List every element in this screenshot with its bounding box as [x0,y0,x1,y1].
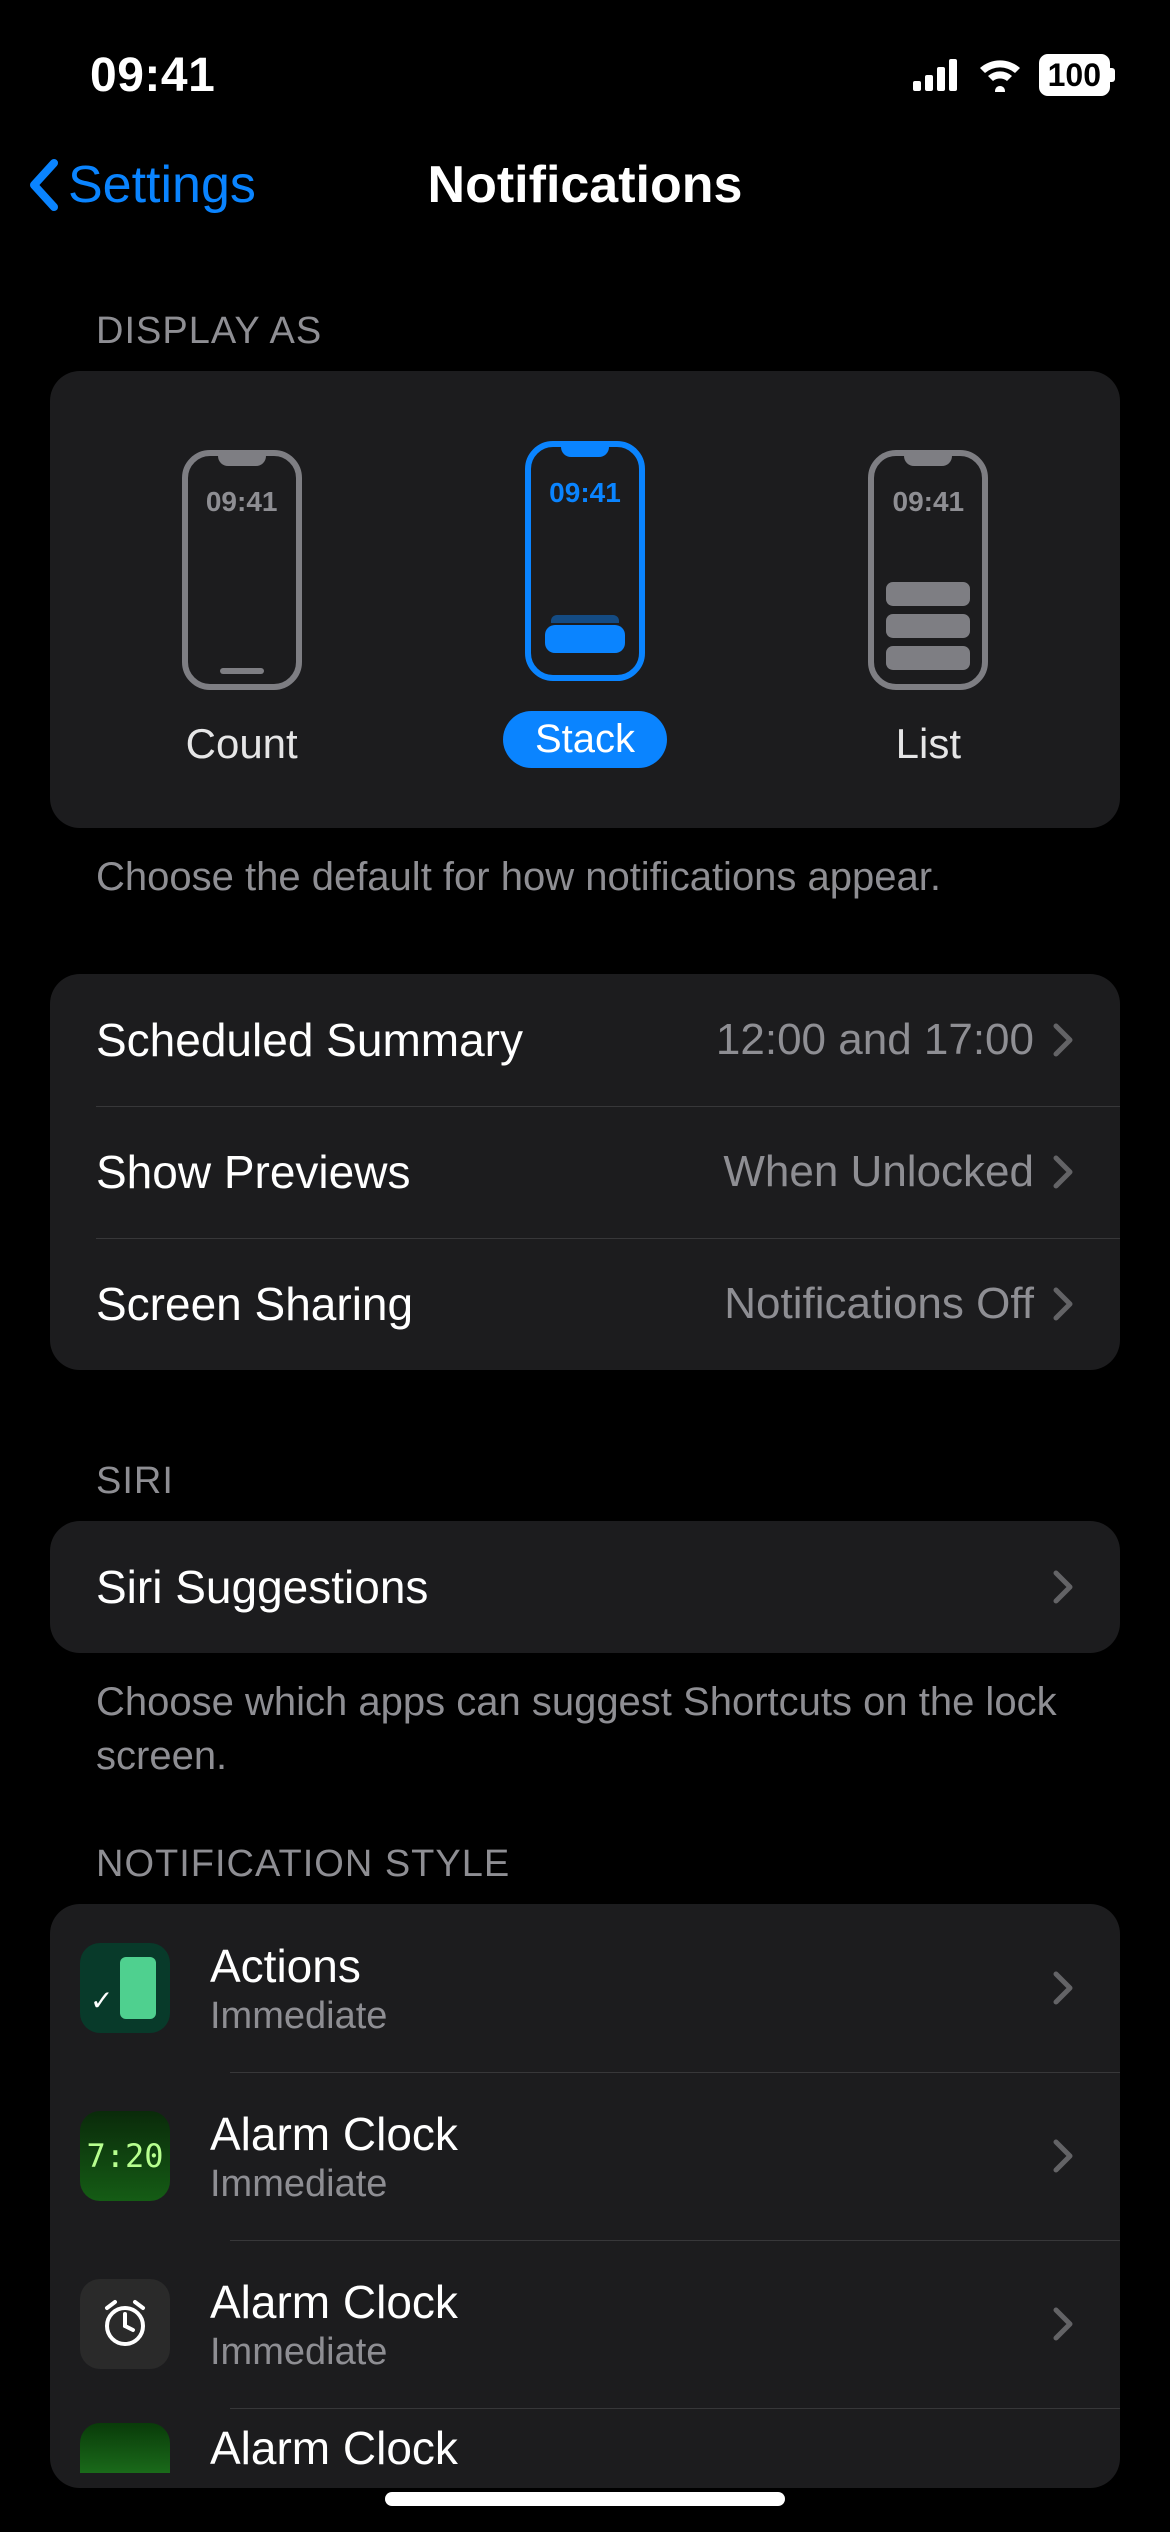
section-footer-display-as: Choose the default for how notifications… [50,828,1120,904]
cellular-icon [913,59,961,91]
row-scheduled-summary[interactable]: Scheduled Summary 12:00 and 17:00 [50,974,1120,1106]
back-label: Settings [68,155,256,215]
home-indicator[interactable] [385,2492,785,2506]
battery-indicator: 100 [1039,54,1110,96]
app-icon-alarm-clock: 7:20 [80,2111,170,2201]
display-option-count[interactable]: 09:41 Count [72,450,412,768]
chevron-right-icon [1052,1569,1074,1605]
app-row-alarm-clock-3[interactable]: Alarm Clock [50,2408,1120,2488]
back-button[interactable]: Settings [0,155,256,215]
display-option-label: List [896,720,961,768]
siri-group: Siri Suggestions [50,1521,1120,1653]
status-bar: 09:41 100 [0,0,1170,120]
chevron-right-icon [1052,2138,1074,2174]
app-name: Actions [210,1939,387,1993]
row-value: When Unlocked [723,1147,1034,1197]
display-option-stack[interactable]: 09:41 Stack [415,441,755,768]
status-indicators: 100 [913,54,1110,96]
display-option-label: Count [186,720,298,768]
chevron-right-icon [1052,1022,1074,1058]
section-header-display-as: Display As [50,250,1120,371]
chevron-right-icon [1052,1154,1074,1190]
app-name: Alarm Clock [210,2275,458,2329]
wifi-icon [977,58,1023,92]
row-label: Screen Sharing [96,1277,413,1331]
notification-style-group: Actions Immediate 7:20 Alarm Clock Immed… [50,1904,1120,2488]
app-subtitle: Immediate [210,2331,458,2374]
page-title: Notifications [428,155,743,215]
section-header-notification-style: Notification Style [50,1783,1120,1904]
row-label: Siri Suggestions [96,1560,428,1614]
row-siri-suggestions[interactable]: Siri Suggestions [50,1521,1120,1653]
display-as-group: 09:41 Count 09:41 Stack 09:41 [50,371,1120,828]
row-value: 12:00 and 17:00 [716,1015,1034,1065]
app-row-actions[interactable]: Actions Immediate [50,1904,1120,2072]
phone-icon-count: 09:41 [182,450,302,690]
row-label: Show Previews [96,1145,410,1199]
status-time: 09:41 [90,48,215,103]
app-icon-alarm-clock [80,2279,170,2369]
app-icon-actions [80,1943,170,2033]
chevron-right-icon [1052,1286,1074,1322]
chevron-right-icon [1052,2306,1074,2342]
app-row-alarm-clock-1[interactable]: 7:20 Alarm Clock Immediate [50,2072,1120,2240]
chevron-left-icon [26,159,62,211]
app-subtitle: Immediate [210,2163,458,2206]
phone-icon-stack: 09:41 [525,441,645,681]
app-name: Alarm Clock [210,2421,458,2475]
chevron-right-icon [1052,1970,1074,2006]
navigation-bar: Settings Notifications [0,120,1170,250]
row-value: Notifications Off [724,1279,1034,1329]
display-option-label-selected: Stack [503,711,667,768]
row-screen-sharing[interactable]: Screen Sharing Notifications Off [50,1238,1120,1370]
app-name: Alarm Clock [210,2107,458,2161]
section-header-siri: Siri [50,1370,1120,1521]
display-option-list[interactable]: 09:41 List [758,450,1098,768]
phone-icon-list: 09:41 [868,450,988,690]
row-label: Scheduled Summary [96,1013,523,1067]
notification-settings-group: Scheduled Summary 12:00 and 17:00 Show P… [50,974,1120,1370]
app-row-alarm-clock-2[interactable]: Alarm Clock Immediate [50,2240,1120,2408]
app-icon-alarm-clock [80,2423,170,2473]
app-subtitle: Immediate [210,1995,387,2038]
section-footer-siri: Choose which apps can suggest Shortcuts … [50,1653,1120,1783]
row-show-previews[interactable]: Show Previews When Unlocked [50,1106,1120,1238]
